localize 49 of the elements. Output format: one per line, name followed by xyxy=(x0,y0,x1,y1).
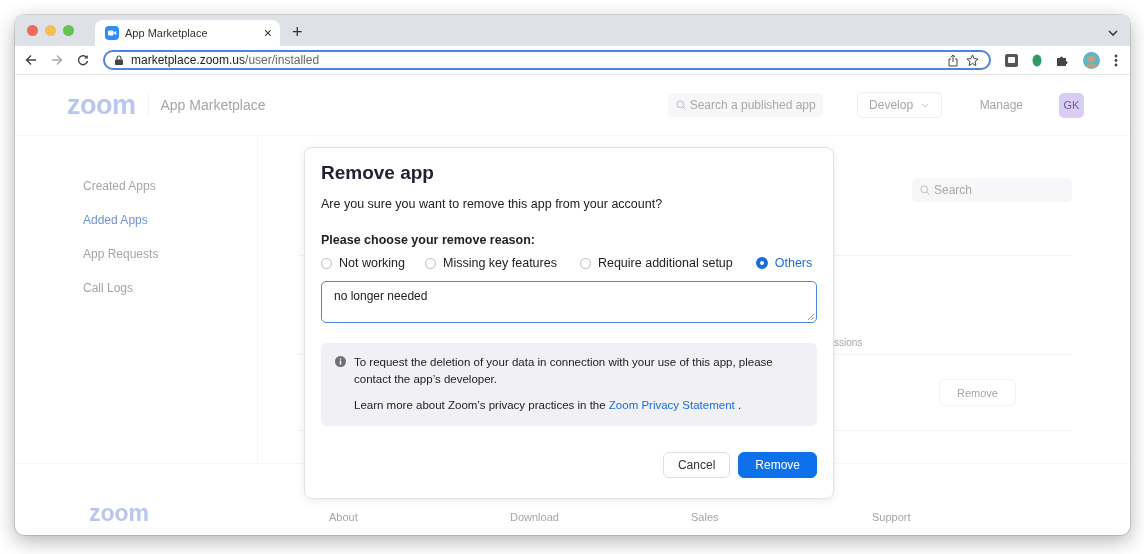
sidebar-item[interactable]: Added Apps xyxy=(83,213,257,227)
extension-icon[interactable] xyxy=(1005,53,1018,67)
cancel-button[interactable]: Cancel xyxy=(662,452,731,478)
manage-link[interactable]: Manage xyxy=(979,98,1023,112)
chevron-down-icon[interactable] xyxy=(1108,30,1118,36)
column-heading: ssions xyxy=(834,337,863,348)
remove-button[interactable]: Remove xyxy=(939,379,1016,406)
resize-handle-icon[interactable] xyxy=(808,314,814,320)
site-title: App Marketplace xyxy=(160,97,266,113)
star-icon[interactable] xyxy=(966,53,979,67)
more-icon[interactable] xyxy=(1114,53,1118,67)
develop-dropdown[interactable]: Develop xyxy=(856,92,942,118)
caret-icon xyxy=(921,102,930,108)
address-bar[interactable]: marketplace.zoom.us/user/installed xyxy=(103,50,991,70)
footer-link[interactable]: Sales xyxy=(691,511,872,523)
reload-icon[interactable] xyxy=(77,54,89,66)
privacy-link[interactable]: Zoom Privacy Statement xyxy=(608,399,735,411)
reason-label: Please choose your remove reason: xyxy=(321,233,536,247)
sidebar-item[interactable]: Call Logs xyxy=(83,281,257,295)
lock-icon xyxy=(115,55,123,65)
back-icon[interactable] xyxy=(25,54,37,66)
browser-tab[interactable]: App Marketplace × xyxy=(95,20,280,46)
remove-button[interactable]: Remove xyxy=(738,452,817,478)
close-tab-button[interactable]: × xyxy=(263,25,272,41)
reason-radio[interactable]: Not working xyxy=(321,256,405,270)
footer-link[interactable]: Support xyxy=(872,511,1053,523)
footer-link[interactable]: About xyxy=(329,511,510,523)
sidebar-item[interactable]: Created Apps xyxy=(83,179,257,193)
reason-radio[interactable]: Others xyxy=(755,256,813,270)
share-icon[interactable] xyxy=(948,53,958,67)
url-text: marketplace.zoom.us/user/installed xyxy=(131,53,320,67)
privacy-note: Learn more about Zoom’s privacy practices in the Zoom Privacy Statement . xyxy=(354,398,743,413)
info-text: To request the deletion of your data in connection with your use of this app, please contact the app’s developer. xyxy=(354,355,774,387)
search-field[interactable]: Search a published app xyxy=(667,93,823,117)
dialog-title: Remove app xyxy=(321,162,435,184)
new-tab-button[interactable]: + xyxy=(292,21,303,43)
info-icon xyxy=(335,356,346,367)
tab-title: App Marketplace xyxy=(125,27,209,39)
comment-field[interactable]: no longer needed xyxy=(321,281,817,323)
search-icon xyxy=(920,185,930,195)
search-field[interactable]: Search xyxy=(912,178,1072,202)
reason-radio[interactable]: Missing key features xyxy=(425,256,557,270)
user-avatar[interactable]: GK xyxy=(1059,92,1084,118)
sidebar-item[interactable]: App Requests xyxy=(83,247,257,261)
confirmation-text: Are you sure you want to remove this app from your account? xyxy=(321,197,664,211)
video-camera-icon xyxy=(105,26,119,40)
footer-link[interactable]: Download xyxy=(510,511,691,523)
reason-radio[interactable]: Require additional setup xyxy=(579,256,733,270)
search-icon xyxy=(675,100,686,110)
